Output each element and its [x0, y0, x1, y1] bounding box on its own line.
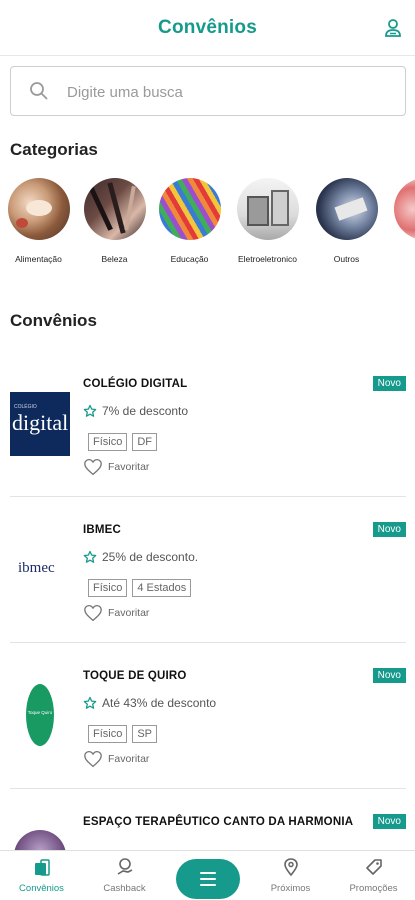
favorite-button[interactable]: Favoritar: [83, 458, 149, 476]
tag-region: 4 Estados: [132, 579, 192, 597]
nav-label: Promoções: [349, 883, 398, 894]
tag-icon: [365, 859, 382, 875]
tag-type: Físico: [88, 725, 128, 743]
tags: Físico DF: [88, 433, 162, 451]
favorite-button[interactable]: Favoritar: [83, 750, 149, 768]
convenios-title: Convênios: [10, 311, 97, 330]
convenio-name: ESPAÇO TERAPÊUTICO CANTO DA HARMONIA: [83, 816, 354, 828]
category-label: Alimentação: [15, 254, 62, 264]
new-badge: Novo: [372, 376, 406, 391]
colegio-digital-logo: COLÉGIO digital: [10, 392, 70, 456]
page-title: Convênios: [158, 17, 257, 38]
star-icon: [83, 404, 97, 417]
category-image: [393, 178, 415, 240]
bottom-navigation: Convênios Cashback Próximos Promoções: [0, 850, 415, 900]
discount-text: 25% de desconto.: [102, 550, 199, 564]
tag-region: DF: [132, 433, 158, 451]
search-input[interactable]: [67, 79, 387, 105]
discount-row: Até 43% de desconto: [83, 696, 216, 710]
search-icon: [30, 82, 48, 100]
category-image: [315, 178, 378, 240]
category-image: [158, 178, 221, 240]
discount-text: Até 43% de desconto: [102, 696, 217, 710]
category-image: [83, 178, 146, 240]
category-label: Beleza: [101, 254, 128, 264]
tag-type: Físico: [88, 433, 128, 451]
nav-label: Convênios: [19, 883, 64, 894]
category-image: [236, 178, 299, 240]
discount-row: 25% de desconto.: [83, 550, 198, 564]
category-label: Eletroeletronico: [237, 254, 298, 264]
categories-title: Categorias: [10, 140, 98, 159]
menu-button[interactable]: [176, 859, 240, 899]
category-eletroeletronico[interactable]: Eletroeletronico: [230, 178, 305, 264]
discount-row: 7% de desconto: [83, 404, 188, 418]
category-image: [7, 178, 70, 240]
tags: Físico SP: [88, 725, 162, 743]
nav-convenios[interactable]: Convênios: [0, 857, 83, 894]
store-icon: [34, 859, 50, 876]
categories-carousel[interactable]: Alimentação Beleza Educação Eletroeletro…: [0, 178, 415, 268]
nav-proximos[interactable]: Próximos: [249, 857, 332, 894]
tags: Físico 4 Estados: [88, 579, 196, 597]
star-icon: [83, 550, 97, 563]
heart-icon: [84, 750, 102, 768]
convenio-name: TOQUE DE QUIRO: [83, 670, 187, 682]
convenio-name: IBMEC: [83, 524, 122, 536]
convenio-card[interactable]: COLÉGIO digital COLÉGIO DIGITAL Novo 7% …: [10, 351, 406, 497]
ibmec-logo: ibmec: [10, 538, 70, 602]
convenio-name: COLÉGIO DIGITAL: [83, 378, 188, 390]
nav-promocoes[interactable]: Promoções: [332, 857, 415, 894]
heart-icon: [84, 604, 102, 622]
nav-label: Próximos: [270, 883, 311, 894]
favorite-label: Favoritar: [108, 753, 150, 765]
category-educacao[interactable]: Educação: [152, 178, 227, 264]
nav-cashback[interactable]: Cashback: [83, 857, 166, 894]
discount-text: 7% de desconto: [102, 404, 189, 418]
new-badge: Novo: [372, 522, 406, 537]
new-badge: Novo: [372, 668, 406, 683]
convenio-card[interactable]: ibmec IBMEC Novo 25% de desconto. Físico…: [10, 497, 406, 643]
nav-label: Cashback: [103, 883, 146, 894]
convenio-card[interactable]: Toque Quiro TOQUE DE QUIRO Novo Até 43% …: [10, 643, 406, 789]
tag-region: SP: [132, 725, 158, 743]
category-alimentacao[interactable]: Alimentação: [1, 178, 76, 264]
new-badge: Novo: [372, 814, 406, 829]
heart-icon: [84, 458, 102, 476]
category-partial[interactable]: [387, 178, 415, 240]
favorite-label: Favoritar: [108, 461, 150, 473]
logo-text: digital: [12, 410, 69, 435]
favorite-label: Favoritar: [108, 607, 150, 619]
category-beleza[interactable]: Beleza: [77, 178, 152, 264]
favorite-button[interactable]: Favoritar: [83, 604, 149, 622]
search-bar[interactable]: [10, 66, 406, 116]
category-outros[interactable]: Outros: [309, 178, 384, 264]
app-header: Convênios: [0, 0, 415, 56]
user-icon[interactable]: [383, 18, 403, 38]
category-label: Outros: [333, 254, 360, 264]
star-icon: [83, 696, 97, 709]
location-pin-icon: [283, 858, 298, 877]
logo-text: Toque Quiro: [27, 710, 53, 715]
tag-type: Físico: [88, 579, 128, 597]
toque-de-quiro-logo: Toque Quiro: [10, 684, 70, 748]
cashback-icon: [117, 858, 132, 875]
category-label: Educação: [170, 254, 209, 264]
logo-text: ibmec: [18, 560, 55, 576]
